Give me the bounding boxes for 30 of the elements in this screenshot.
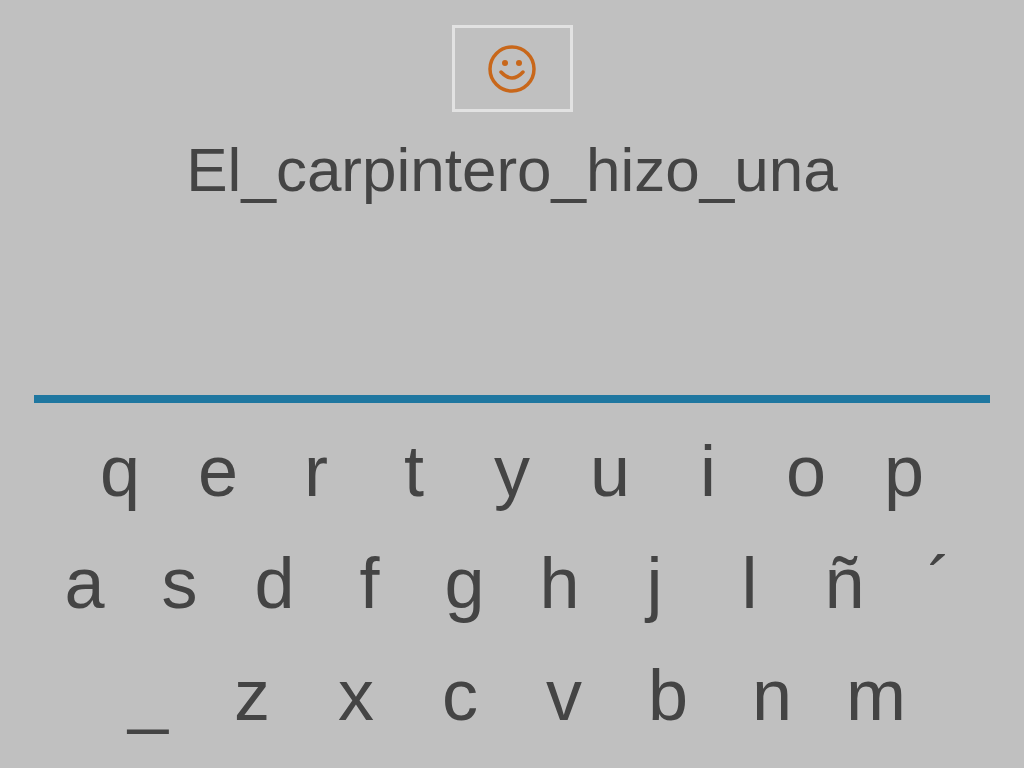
letter-key[interactable]: ´ bbox=[892, 527, 987, 639]
letter-key[interactable]: y bbox=[463, 415, 561, 527]
letter-key[interactable]: x bbox=[304, 639, 408, 751]
letter-key[interactable]: b bbox=[616, 639, 720, 751]
letter-key[interactable]: g bbox=[417, 527, 512, 639]
letter-key[interactable]: ñ bbox=[797, 527, 892, 639]
letter-key[interactable]: m bbox=[824, 639, 928, 751]
letter-key[interactable]: z bbox=[200, 639, 304, 751]
letter-key[interactable]: i bbox=[659, 415, 757, 527]
letter-key[interactable]: p bbox=[855, 415, 953, 527]
letter-key[interactable]: d bbox=[227, 527, 322, 639]
letter-key[interactable]: n bbox=[720, 639, 824, 751]
letter-key[interactable]: j bbox=[607, 527, 702, 639]
letter-key[interactable]: l bbox=[702, 527, 797, 639]
letter-key[interactable]: u bbox=[561, 415, 659, 527]
letter-key[interactable]: e bbox=[169, 415, 267, 527]
smiley-icon bbox=[487, 43, 537, 94]
letter-key[interactable]: v bbox=[512, 639, 616, 751]
smiley-button[interactable] bbox=[451, 25, 573, 112]
sentence-text: El_carpintero_hizo_una bbox=[186, 134, 838, 206]
letter-key[interactable]: c bbox=[408, 639, 512, 751]
letter-key[interactable]: o bbox=[757, 415, 855, 527]
letter-key[interactable]: q bbox=[71, 415, 169, 527]
letter-key[interactable]: a bbox=[37, 527, 132, 639]
letter-key[interactable]: s bbox=[132, 527, 227, 639]
letter-key[interactable]: r bbox=[267, 415, 365, 527]
letter-key[interactable]: h bbox=[512, 527, 607, 639]
letter-key[interactable]: _ bbox=[96, 639, 200, 751]
letter-key[interactable]: f bbox=[322, 527, 417, 639]
letter-key[interactable]: t bbox=[365, 415, 463, 527]
